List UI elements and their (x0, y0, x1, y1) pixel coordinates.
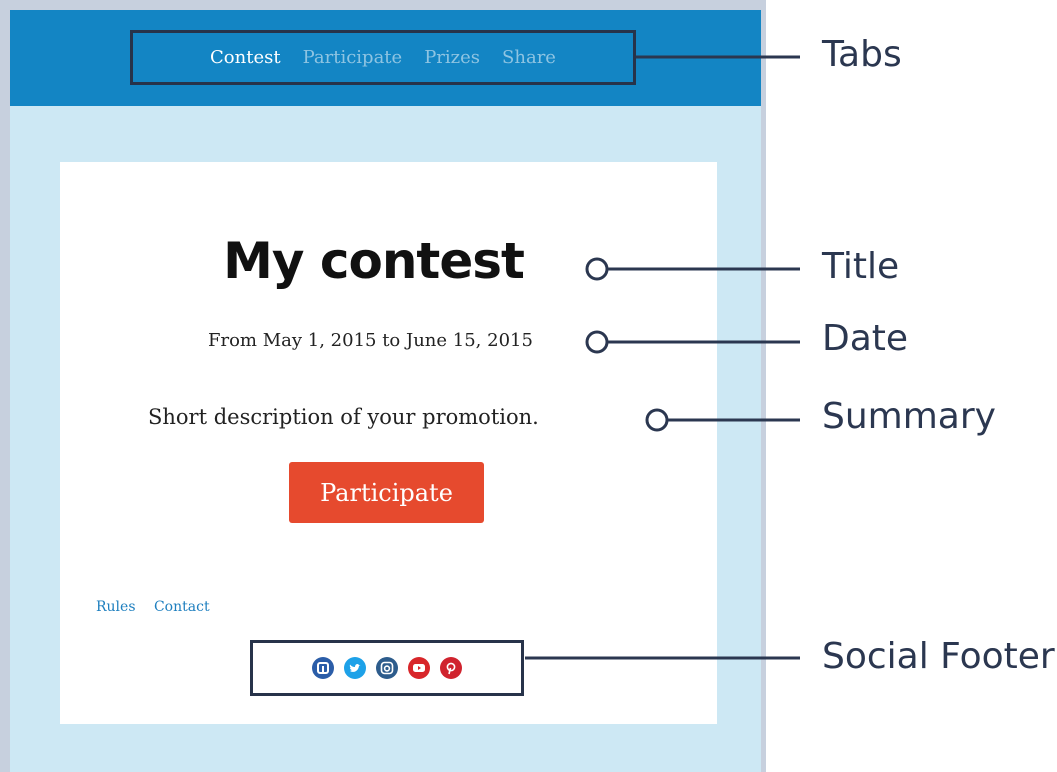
summary-callout-dot (645, 408, 669, 432)
title-callout-dot (585, 257, 609, 281)
date-callout-dot (585, 330, 609, 354)
date-label: Date (822, 318, 909, 359)
summary-label: Summary (822, 396, 996, 437)
social-footer-label: Social Footer (822, 636, 1055, 677)
title-label: Title (822, 246, 900, 287)
tabs-label: Tabs (822, 34, 902, 75)
